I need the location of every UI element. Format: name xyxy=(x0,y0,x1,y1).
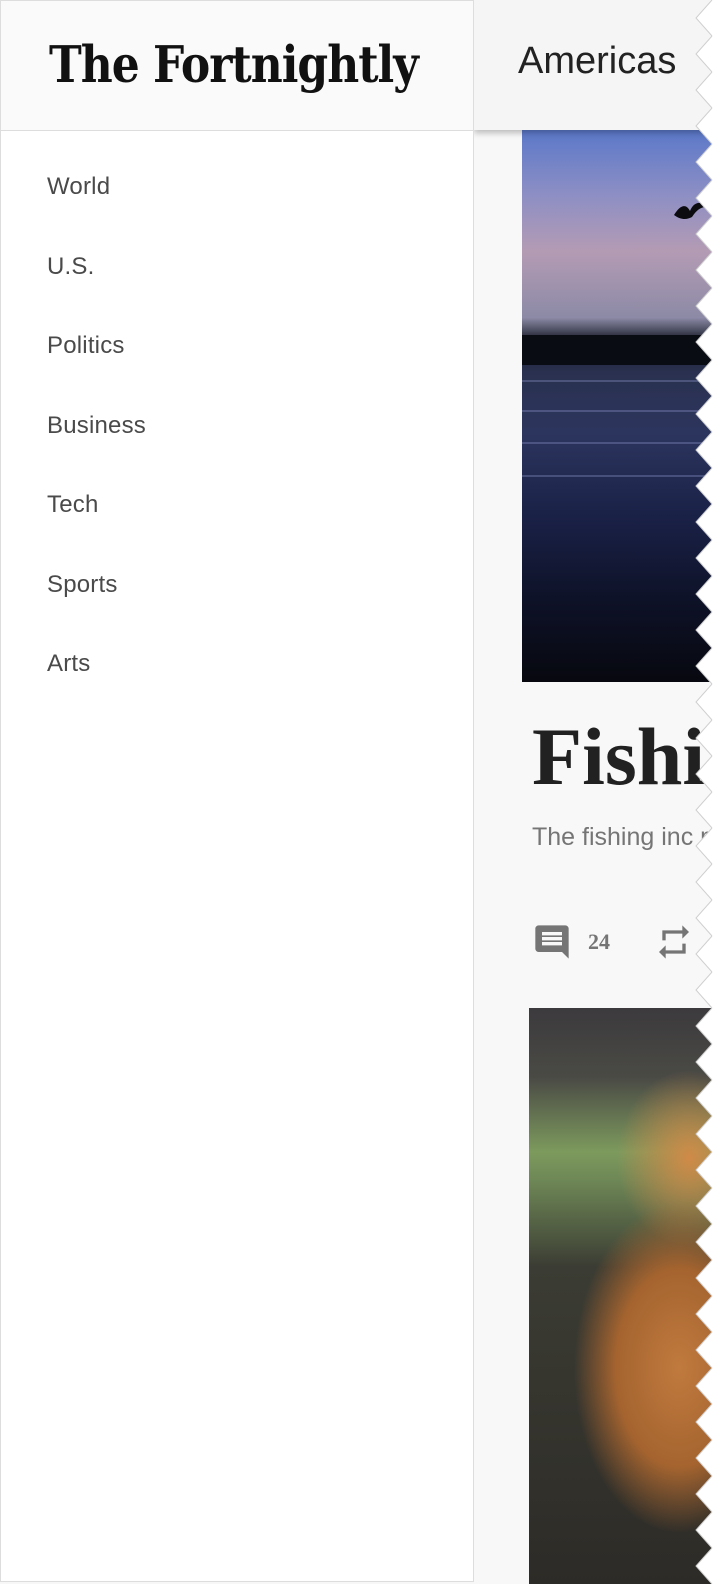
nav-item-business[interactable]: Business xyxy=(1,386,473,466)
nav-item-sports[interactable]: Sports xyxy=(1,545,473,625)
drawer-header: The Fortnightly xyxy=(1,1,473,131)
water-ripple xyxy=(522,410,712,412)
nav-item-arts[interactable]: Arts xyxy=(1,624,473,704)
torn-edge xyxy=(694,0,720,1584)
article-actions: 24 xyxy=(532,920,694,964)
app-screen: Americas Fishi The fishing inc months du… xyxy=(0,0,720,1584)
article-headline[interactable]: Fishi xyxy=(532,710,705,804)
article-hero-image[interactable] xyxy=(522,130,712,682)
top-app-bar: Americas xyxy=(474,0,712,130)
water-ripple xyxy=(522,380,712,382)
repost-icon[interactable] xyxy=(654,922,694,962)
nav-item-us[interactable]: U.S. xyxy=(1,227,473,307)
water-ripple xyxy=(522,475,712,477)
article-image-dog[interactable] xyxy=(529,1008,712,1584)
article-summary: The fishing inc months due to xyxy=(532,823,712,851)
nav-item-tech[interactable]: Tech xyxy=(1,465,473,545)
navigation-drawer: The Fortnightly World U.S. Politics Busi… xyxy=(0,0,474,1582)
nav-list: World U.S. Politics Business Tech Sports… xyxy=(1,131,473,704)
main-content: Americas Fishi The fishing inc months du… xyxy=(474,0,712,1584)
nav-item-politics[interactable]: Politics xyxy=(1,306,473,386)
comment-icon[interactable] xyxy=(532,922,572,962)
water-ripple xyxy=(522,442,712,444)
shoreline xyxy=(522,335,712,365)
section-title[interactable]: Americas xyxy=(518,40,676,83)
comment-count: 24 xyxy=(588,929,610,954)
nav-item-world[interactable]: World xyxy=(1,147,473,227)
brand-logo: The Fortnightly xyxy=(49,36,419,95)
